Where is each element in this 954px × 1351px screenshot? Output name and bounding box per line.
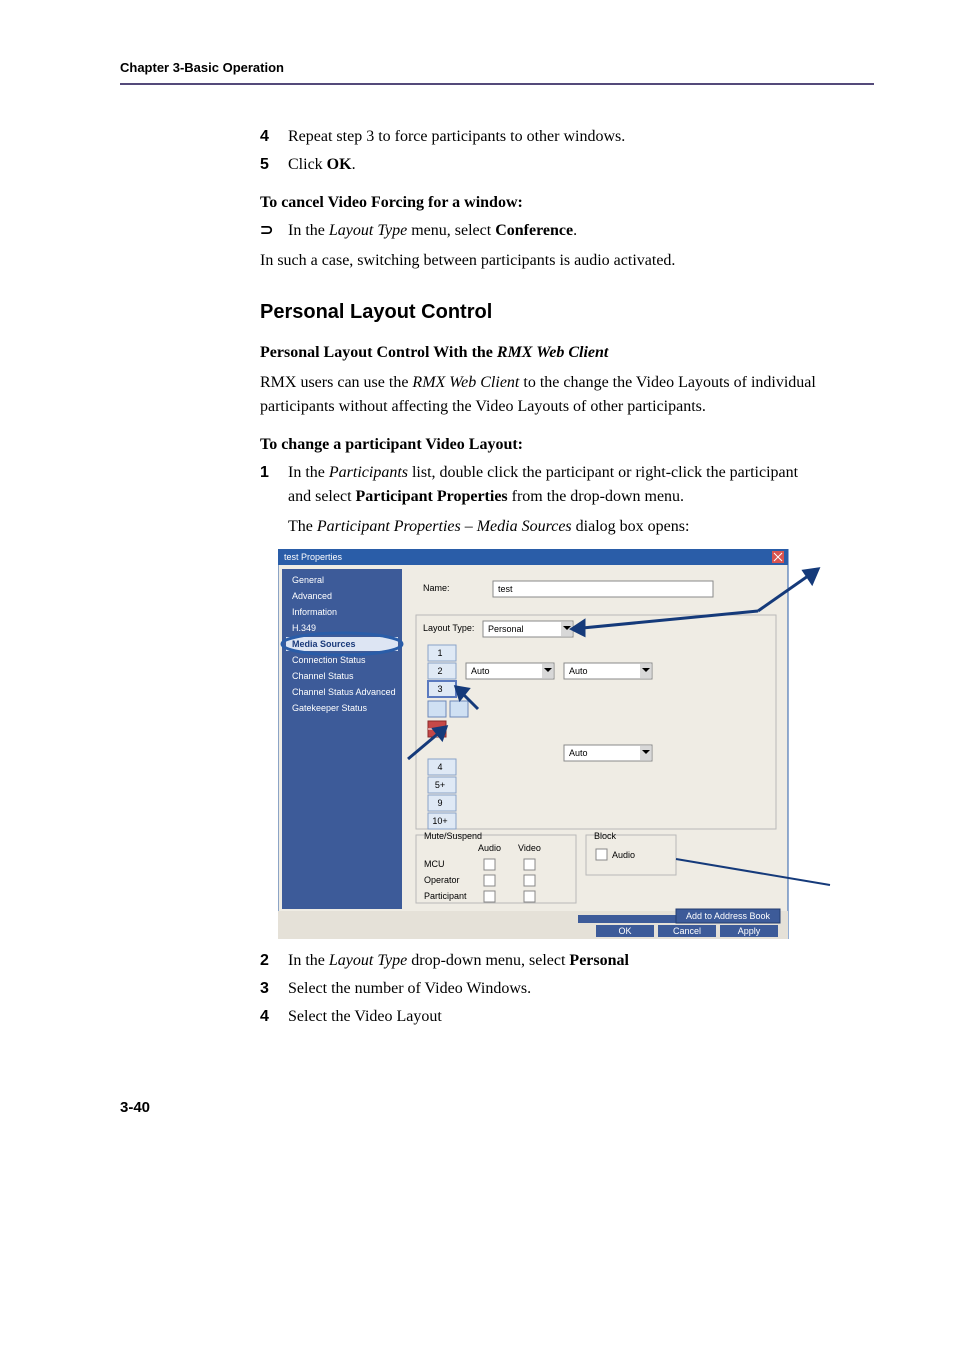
sidebar-item-advanced[interactable]: Advanced bbox=[292, 591, 332, 601]
svg-text:4[interactable]: 4 bbox=[437, 762, 442, 772]
svg-text:1[interactable]: 1 bbox=[437, 648, 442, 658]
checkbox[interactable] bbox=[484, 859, 495, 870]
name-field[interactable] bbox=[493, 581, 713, 597]
svg-text:Audio: Audio bbox=[478, 843, 501, 853]
subsection-heading: Personal Layout Control With the RMX Web… bbox=[260, 341, 820, 365]
step-text: Select the Video Layout bbox=[288, 1005, 820, 1029]
cancel-heading: To cancel Video Forcing for a window: bbox=[260, 191, 820, 215]
svg-text:Auto: Auto bbox=[569, 666, 588, 676]
step: 5 Click OK. bbox=[260, 153, 820, 177]
section-title: Personal Layout Control bbox=[260, 297, 820, 327]
sidebar-item-gatekeeper[interactable]: Gatekeeper Status bbox=[292, 703, 368, 713]
layout-type-label: Layout Type: bbox=[423, 623, 474, 633]
body-paragraph: RMX users can use the RMX Web Client to … bbox=[260, 371, 820, 419]
dialog-screenshot: test Properties General Advanced Informa… bbox=[278, 549, 820, 939]
svg-text:Participant: Participant bbox=[424, 891, 467, 901]
svg-text:Cancel: Cancel bbox=[673, 926, 701, 936]
svg-text:Auto: Auto bbox=[471, 666, 490, 676]
svg-text:10+[interactable]: 10+ bbox=[432, 816, 447, 826]
sidebar-item-general[interactable]: General bbox=[292, 575, 324, 585]
header-rule bbox=[120, 83, 874, 85]
chapter-label: Chapter 3-Basic Operation bbox=[120, 60, 874, 75]
step-number: 2 bbox=[260, 949, 288, 973]
svg-text:Video: Video bbox=[518, 843, 541, 853]
svg-text:MCU: MCU bbox=[424, 859, 445, 869]
svg-text:Auto: Auto bbox=[569, 748, 588, 758]
step: 2 In the Layout Type drop-down menu, sel… bbox=[260, 949, 820, 973]
step-text: Select the number of Video Windows. bbox=[288, 977, 820, 1001]
checkbox[interactable] bbox=[524, 891, 535, 902]
sidebar-item-conn[interactable]: Connection Status bbox=[292, 655, 366, 665]
step-number: 5 bbox=[260, 153, 288, 177]
step-text: Click OK. bbox=[288, 153, 820, 177]
step-number: 4 bbox=[260, 125, 288, 149]
bullet-symbol: ⊃ bbox=[260, 219, 288, 243]
step-text: In the Layout Type drop-down menu, selec… bbox=[288, 949, 820, 973]
note-text: In such a case, switching between partic… bbox=[260, 249, 820, 273]
checkbox[interactable] bbox=[484, 891, 495, 902]
change-heading: To change a participant Video Layout: bbox=[260, 433, 820, 457]
dialog-caption: The Participant Properties – Media Sourc… bbox=[288, 515, 820, 539]
page-number: 3-40 bbox=[120, 1099, 874, 1116]
sidebar-item-mediasources[interactable]: Media Sources bbox=[292, 639, 356, 649]
dialog-title: test Properties bbox=[284, 552, 343, 562]
step-text: In the Participants list, double click t… bbox=[288, 461, 820, 509]
mute-group-label: Mute/Suspend bbox=[424, 831, 482, 841]
sidebar-item-info[interactable]: Information bbox=[292, 607, 337, 617]
checkbox[interactable] bbox=[484, 875, 495, 886]
step: 4 Select the Video Layout bbox=[260, 1005, 820, 1029]
checkbox[interactable] bbox=[524, 875, 535, 886]
step-number: 3 bbox=[260, 977, 288, 1001]
svg-text:2[interactable]: 2 bbox=[437, 666, 442, 676]
svg-text:Operator: Operator bbox=[424, 875, 460, 885]
step: 4 Repeat step 3 to force participants to… bbox=[260, 125, 820, 149]
step: 1 In the Participants list, double click… bbox=[260, 461, 820, 509]
checkbox[interactable] bbox=[596, 849, 607, 860]
name-label: Name: bbox=[423, 583, 450, 593]
sidebar-item-chan[interactable]: Channel Status bbox=[292, 671, 354, 681]
checkbox[interactable] bbox=[524, 859, 535, 870]
svg-text:Apply: Apply bbox=[738, 926, 761, 936]
svg-text:5+[interactable]: 5+ bbox=[435, 780, 445, 790]
svg-text:test: test bbox=[498, 584, 513, 594]
svg-text:OK: OK bbox=[618, 926, 631, 936]
svg-text:Personal: Personal bbox=[488, 624, 524, 634]
step-number: 4 bbox=[260, 1005, 288, 1029]
sidebar-item-h349[interactable]: H.349 bbox=[292, 623, 316, 633]
svg-text:3[interactable]: 3 bbox=[437, 684, 442, 694]
svg-text:Audio: Audio bbox=[612, 850, 635, 860]
step-number: 1 bbox=[260, 461, 288, 509]
step-text: Repeat step 3 to force participants to o… bbox=[288, 125, 820, 149]
svg-text:Add to Address Book: Add to Address Book bbox=[686, 911, 771, 921]
bullet-item: ⊃ In the Layout Type menu, select Confer… bbox=[260, 219, 820, 243]
block-group-label: Block bbox=[594, 831, 617, 841]
svg-text:9[interactable]: 9 bbox=[437, 798, 442, 808]
sidebar-item-chanadv[interactable]: Channel Status Advanced bbox=[292, 687, 396, 697]
step: 3 Select the number of Video Windows. bbox=[260, 977, 820, 1001]
